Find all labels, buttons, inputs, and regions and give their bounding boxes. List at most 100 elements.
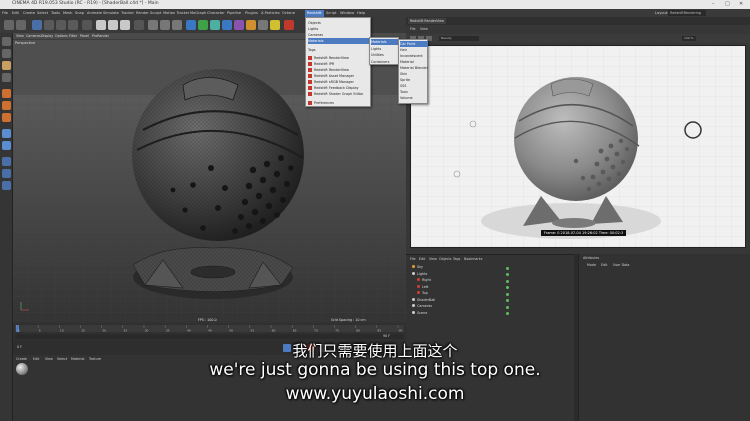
viewport-menu-panel[interactable]: Panel	[80, 34, 89, 38]
om-menu-view[interactable]: View	[429, 257, 437, 261]
pen-icon[interactable]	[198, 20, 208, 30]
viewport-menu-display[interactable]: Display	[41, 34, 53, 38]
viewport-menu-filter[interactable]: Filter	[69, 34, 77, 38]
menu-script[interactable]: Script	[326, 11, 336, 15]
scale-icon[interactable]	[56, 20, 66, 30]
menu-select[interactable]: Select	[37, 11, 48, 15]
menu-snap[interactable]: Snap	[75, 11, 84, 15]
object-row-left[interactable]: Left	[417, 284, 428, 289]
renderview-menu-file[interactable]: File	[410, 27, 416, 31]
menu-motion-tracker[interactable]: Motion Tracker	[163, 11, 189, 15]
menu-tools[interactable]: Tools	[51, 11, 60, 15]
renderview-menu-view[interactable]: View	[420, 27, 428, 31]
z-axis-icon[interactable]	[120, 20, 130, 30]
viewport-menu-options[interactable]: Options	[55, 34, 68, 38]
visibility-check-icon[interactable]	[506, 312, 509, 315]
visibility-check-icon[interactable]	[506, 299, 509, 302]
menu-animate[interactable]: Animate	[87, 11, 102, 15]
menu-window[interactable]: Window	[340, 11, 354, 15]
visibility-check-icon[interactable]	[506, 279, 509, 283]
redshift-menu-materials[interactable]: Materials	[308, 38, 370, 44]
x-axis-icon[interactable]	[96, 20, 106, 30]
attributes-tab[interactable]: Attributes	[583, 256, 599, 260]
object-row-shaderball[interactable]: ShaderBall	[412, 297, 435, 302]
viewport-menu-cameras[interactable]: Cameras	[26, 34, 41, 38]
timeline-ruler[interactable]: 0 5 10 15 20 25 30 35 40 45 50 55 60 65 70 75 80 85 90	[13, 323, 406, 341]
redo-icon[interactable]	[16, 20, 26, 30]
menu-mesh[interactable]: Mesh	[63, 11, 72, 15]
attr-menu-user-data[interactable]: User Data	[613, 263, 629, 267]
render-picture-viewer-icon[interactable]	[160, 20, 170, 30]
renderview-tab[interactable]: Redshift RenderView	[408, 18, 446, 24]
polygons-mode-icon[interactable]	[2, 113, 11, 122]
submenu-materials[interactable]: Materials	[371, 39, 399, 45]
render-view-icon[interactable]	[148, 20, 158, 30]
y-axis-icon[interactable]	[108, 20, 118, 30]
object-row-lights[interactable]: Lights	[412, 271, 427, 276]
light-icon[interactable]	[270, 20, 280, 30]
subdivision-icon[interactable]	[210, 20, 220, 30]
visibility-check-icon[interactable]	[506, 266, 509, 270]
redshift-icon[interactable]	[284, 20, 294, 30]
object-row-scene[interactable]: Scene	[412, 310, 427, 315]
menu-x-particles[interactable]: X-Particles	[261, 11, 280, 15]
visibility-check-icon[interactable]	[506, 305, 509, 309]
maximize-button[interactable]: □	[725, 1, 730, 7]
coordinate-system-icon[interactable]	[134, 20, 144, 30]
menu-simulate[interactable]: Simulate	[103, 11, 119, 15]
material-volume[interactable]: Volume	[400, 95, 428, 101]
object-row-cameras[interactable]: Cameras	[412, 304, 432, 308]
om-menu-file[interactable]: File	[410, 257, 416, 261]
redshift-menu-preferences[interactable]: Preferences	[308, 100, 370, 106]
array-icon[interactable]	[222, 20, 232, 30]
object-row-right[interactable]: Right	[417, 278, 431, 282]
viewport-menu-view[interactable]: View	[16, 34, 24, 38]
renderview-zoom[interactable]: 100 %	[682, 36, 696, 41]
workplane-icon[interactable]	[2, 73, 11, 82]
points-mode-icon[interactable]	[2, 89, 11, 98]
rotate-icon[interactable]	[68, 20, 78, 30]
menu-help[interactable]: Help	[357, 11, 365, 15]
planar-workplane-icon[interactable]	[2, 181, 11, 190]
enable-axis-icon[interactable]	[2, 129, 11, 138]
aov-dropdown[interactable]: Beauty	[439, 36, 479, 41]
make-editable-icon[interactable]	[2, 37, 11, 46]
layout-dropdown[interactable]: RedshiftRendering (User)	[668, 10, 706, 16]
menu-octane[interactable]: Octane	[282, 11, 295, 15]
snapping-icon[interactable]	[2, 157, 11, 166]
redshift-menu-shader-graph-editor[interactable]: Redshift Shader Graph Editor	[308, 91, 370, 97]
menu-create[interactable]: Create	[23, 11, 35, 15]
menu-tracker[interactable]: Tracker	[121, 11, 134, 15]
om-menu-tags[interactable]: Tags	[453, 257, 460, 261]
scene-icon[interactable]	[246, 20, 256, 30]
submenu-containers[interactable]: Containers	[371, 59, 399, 65]
timeline[interactable]: 0 5 10 15 20 25 30 35 40 45 50 55 60 65 70 75 80 85 90 90 …	[13, 323, 406, 341]
render-image[interactable]	[410, 45, 746, 248]
object-row-top[interactable]: Top	[417, 291, 428, 295]
lock-workplane-icon[interactable]	[2, 169, 11, 178]
menu-sculpt[interactable]: Sculpt	[150, 11, 161, 15]
menu-redshift[interactable]: Redshift	[305, 9, 324, 17]
cube-icon[interactable]	[186, 20, 196, 30]
viewport-menu-prorender[interactable]: ProRender	[92, 34, 109, 38]
attr-menu-mode[interactable]: Mode	[587, 263, 596, 267]
menu-file[interactable]: File	[2, 11, 8, 15]
visibility-check-icon[interactable]	[506, 292, 509, 296]
om-menu-objects[interactable]: Objects	[439, 257, 451, 261]
menu-edit[interactable]: Edit	[12, 11, 19, 15]
menu-pipeline[interactable]: Pipeline	[227, 11, 241, 15]
texture-mode-icon[interactable]	[2, 61, 11, 70]
redshift-menu-tags[interactable]: Tags	[308, 47, 370, 53]
move-icon[interactable]	[44, 20, 54, 30]
menu-render[interactable]: Render	[136, 11, 149, 15]
attr-menu-edit[interactable]: Edit	[601, 263, 607, 267]
om-menu-bookmarks[interactable]: Bookmarks	[464, 257, 482, 261]
undo-icon[interactable]	[4, 20, 14, 30]
menu-character[interactable]: Character	[207, 11, 225, 15]
om-menu-edit[interactable]: Edit	[419, 257, 425, 261]
recent-tools-icon[interactable]	[82, 20, 92, 30]
tweak-icon[interactable]	[2, 141, 11, 150]
camera-icon[interactable]	[258, 20, 268, 30]
menu-mograph[interactable]: MoGraph	[190, 11, 206, 15]
close-button[interactable]: ✕	[739, 1, 743, 7]
